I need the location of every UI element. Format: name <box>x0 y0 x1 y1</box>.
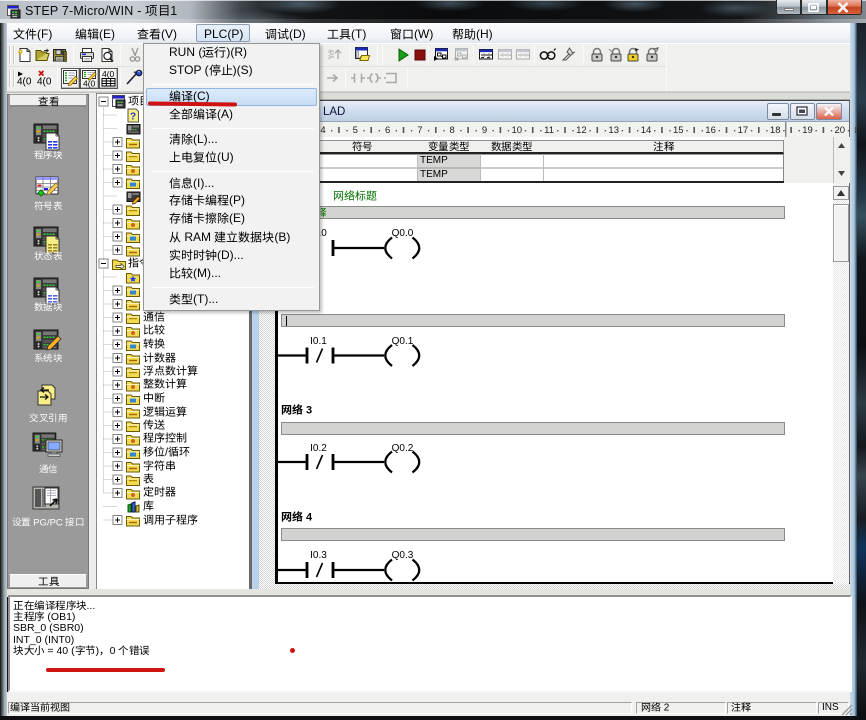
svg-text:5: 5 <box>353 125 358 136</box>
svg-text:10: 10 <box>512 125 523 136</box>
svg-text:4(0: 4(0 <box>37 77 52 88</box>
svg-text:9: 9 <box>482 125 487 136</box>
svg-text:18: 18 <box>770 125 781 136</box>
svg-text:14: 14 <box>641 125 652 136</box>
svg-text:16: 16 <box>705 125 716 136</box>
svg-text:17: 17 <box>738 125 749 136</box>
svg-text:4(0: 4(0 <box>83 79 96 89</box>
svg-text:7: 7 <box>417 125 422 136</box>
svg-text:15: 15 <box>673 125 684 136</box>
svg-text:4(0: 4(0 <box>17 77 32 88</box>
svg-text:4(0: 4(0 <box>102 69 115 79</box>
svg-text:20: 20 <box>835 125 846 136</box>
svg-text:8: 8 <box>450 125 455 136</box>
svg-text:19: 19 <box>802 125 813 136</box>
svg-text:?: ? <box>130 112 136 123</box>
svg-text:11: 11 <box>544 125 554 136</box>
svg-text:4: 4 <box>320 125 325 136</box>
svg-text:12: 12 <box>576 125 587 136</box>
svg-text:13: 13 <box>608 125 619 136</box>
svg-text:z: z <box>328 55 331 61</box>
svg-text:6: 6 <box>385 125 390 136</box>
